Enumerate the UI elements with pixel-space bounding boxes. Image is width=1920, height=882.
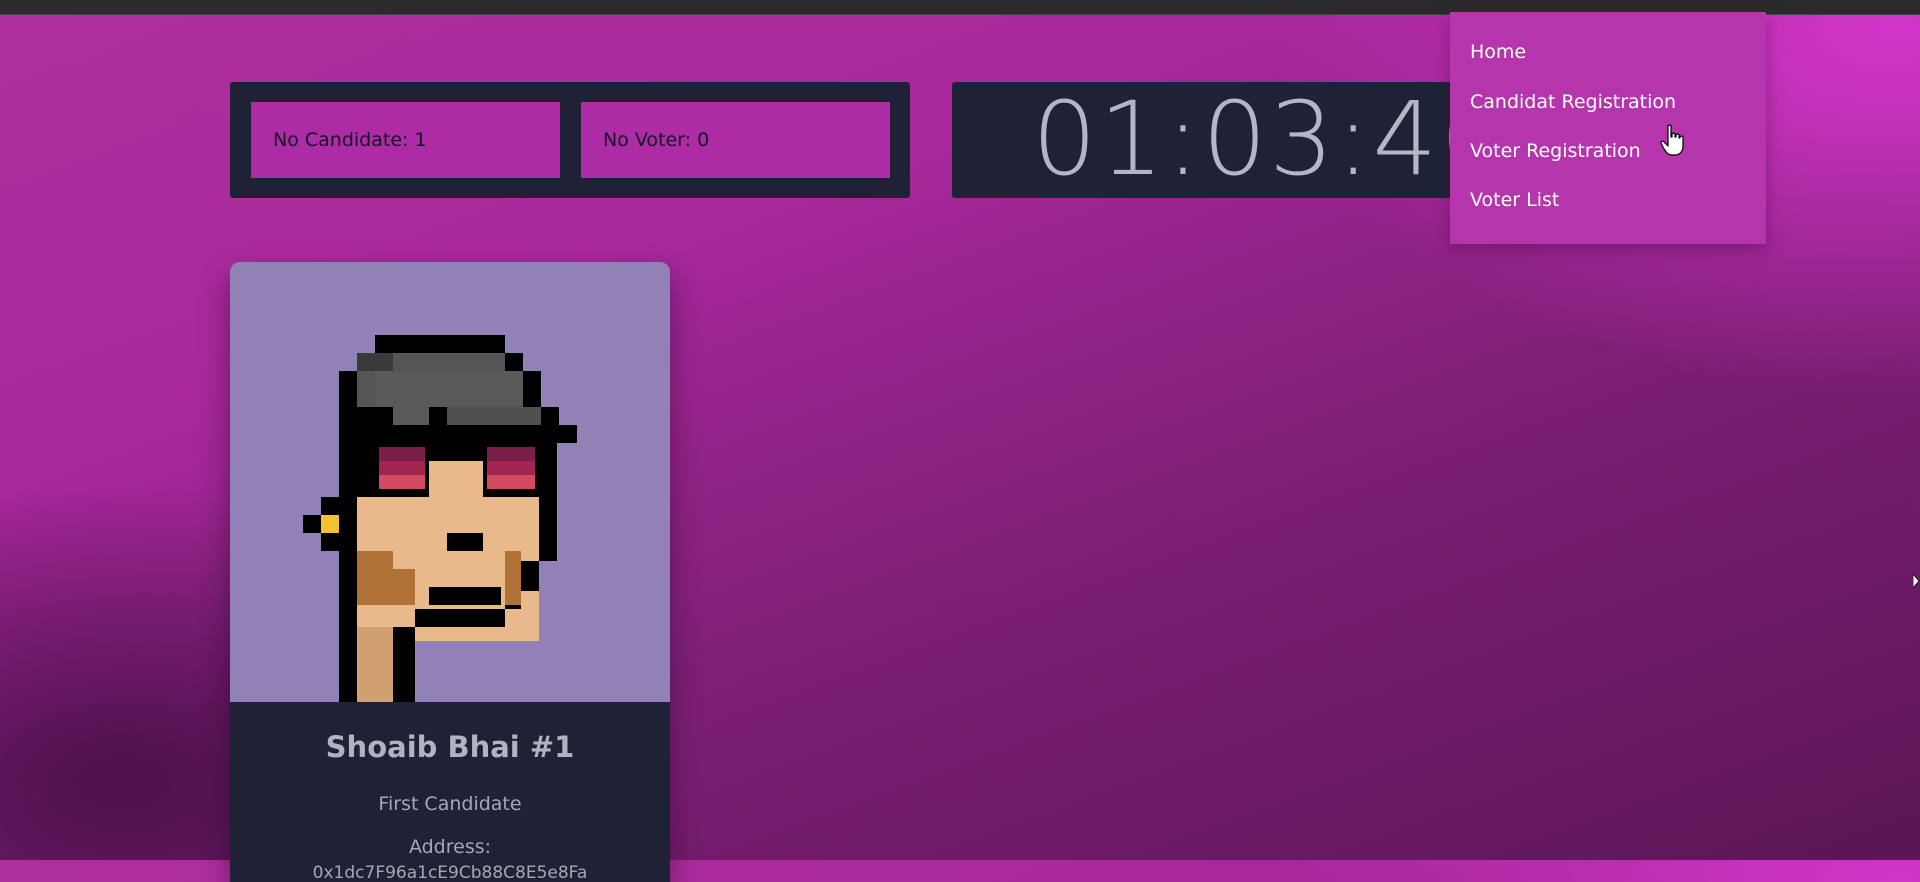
candidate-info: Shoaib Bhai #1 First Candidate Address: … (230, 702, 670, 882)
scroll-edge-icon (1913, 573, 1920, 589)
pixel-art-punk-icon (303, 335, 577, 702)
menu-item-candidate-registration[interactable]: Candidat Registration (1470, 85, 1676, 119)
candidate-name: Shoaib Bhai #1 (325, 730, 575, 764)
hand-pointer-icon (1660, 124, 1684, 156)
candidate-count-box: No Candidate: 1 (251, 102, 560, 178)
voter-count-box: No Voter: 0 (581, 102, 890, 178)
candidate-address-value: 0x1dc7F96a1cE9Cb88C8E5e8Fa (312, 863, 588, 882)
candidate-card[interactable]: Shoaib Bhai #1 First Candidate Address: … (230, 262, 670, 882)
candidate-address-label: Address: (408, 836, 492, 858)
candidate-role: First Candidate (378, 793, 522, 815)
voter-count-label: No Voter: 0 (603, 129, 710, 151)
menu-item-home[interactable]: Home (1470, 35, 1526, 69)
stats-panel: No Candidate: 1 No Voter: 0 (230, 82, 910, 198)
candidate-count-label: No Candidate: 1 (273, 129, 427, 151)
candidate-avatar (230, 262, 670, 702)
timer-display: 01:03:46: (1032, 82, 1452, 198)
navigation-dropdown: Home Candidat Registration Voter Registr… (1450, 12, 1766, 244)
countdown-timer: 01:03:46: (952, 82, 1452, 198)
menu-item-voter-list[interactable]: Voter List (1470, 183, 1559, 217)
menu-item-voter-registration[interactable]: Voter Registration (1470, 134, 1641, 168)
